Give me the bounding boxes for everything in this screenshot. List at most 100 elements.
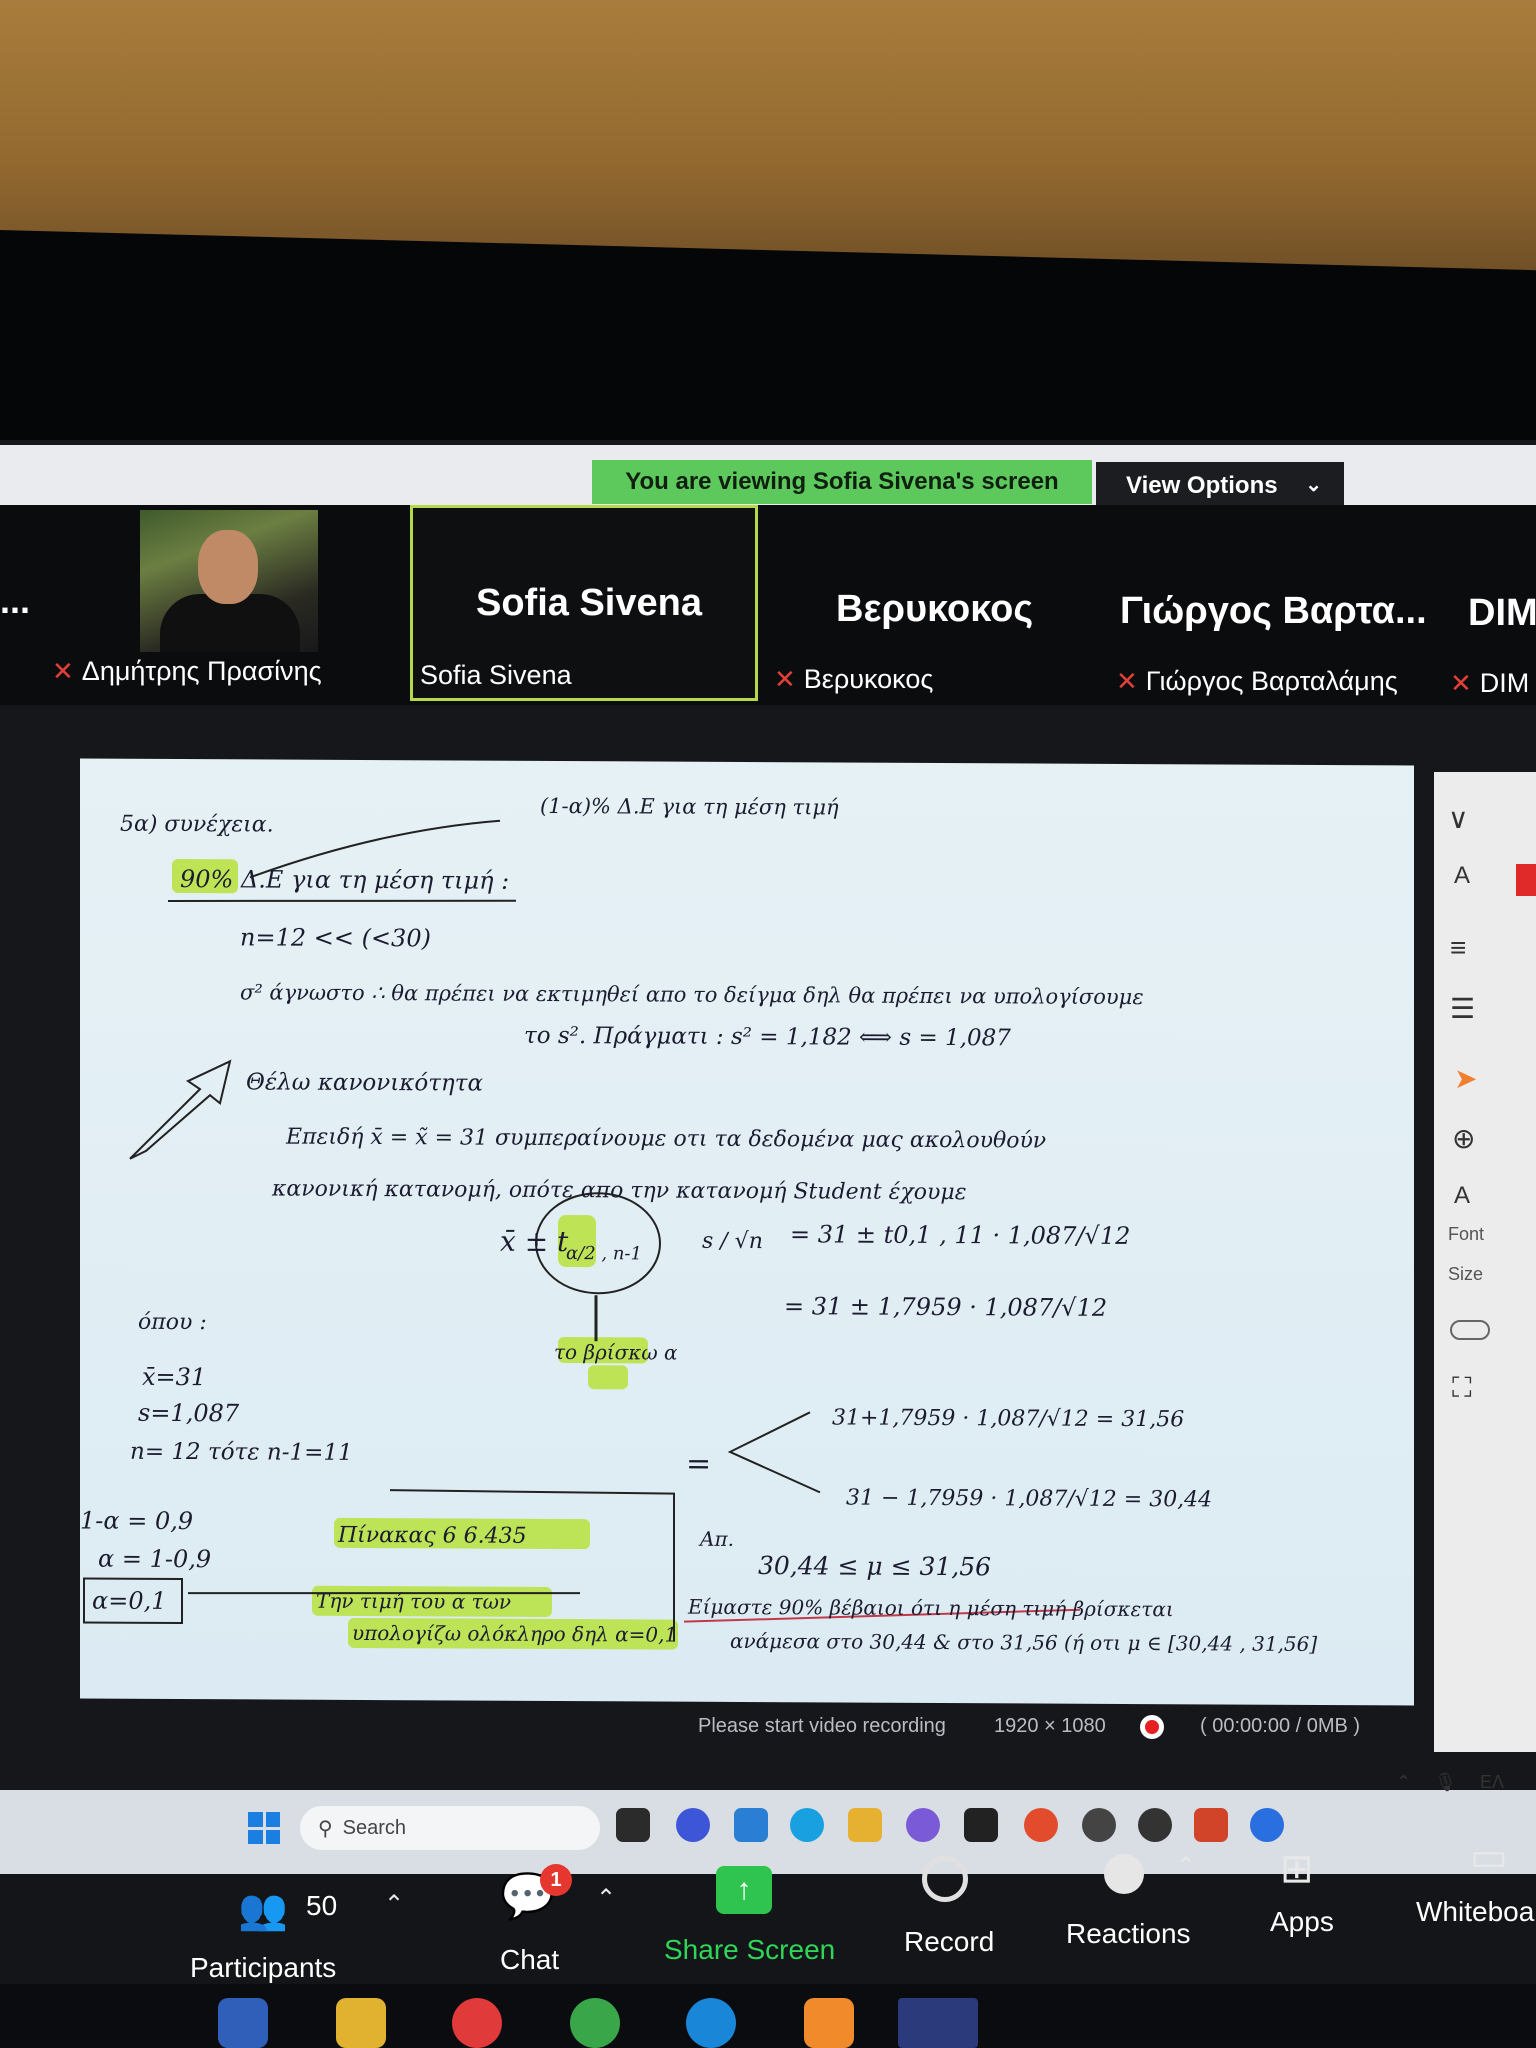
participants-icon[interactable]: 👥 <box>238 1886 288 1933</box>
font-tool-icon[interactable]: A <box>1454 1182 1470 1210</box>
chevron-up-icon[interactable]: ⌃ <box>384 1890 404 1919</box>
formula-step-1: = 31 ± t0,1 , 11 · 1,087/√12 <box>790 1220 1130 1250</box>
participants-button[interactable]: Participants <box>190 1952 336 1984</box>
where-n: n= 12 τότε n-1=11 <box>130 1439 353 1466</box>
table-note-2: υπολογίζω ολόκληρο δηλ α=0,1 <box>352 1621 677 1647</box>
hand-drawn-arrow <box>129 1059 232 1160</box>
record-button[interactable]: Record <box>904 1926 994 1958</box>
answer-label: Απ. <box>698 1527 734 1551</box>
recording-resolution: 1920 × 1080 <box>994 1715 1106 1737</box>
crop-icon[interactable]: ⛶ <box>1452 1372 1472 1405</box>
list-icon[interactable]: ☰ <box>1450 992 1475 1025</box>
participant-name-tile-4[interactable]: ✕ Γιώργος Βαρταλάμης <box>1116 666 1398 697</box>
alpha-step-1: 1-α = 0,9 <box>80 1507 193 1536</box>
apps-button[interactable]: Apps <box>1270 1906 1334 1938</box>
share-screen-button[interactable]: Share Screen <box>664 1934 835 1966</box>
equals-sign: = <box>686 1447 711 1482</box>
folder-icon[interactable] <box>848 1808 882 1842</box>
answer-interval: 30,44 ≤ μ ≤ 31,56 <box>758 1551 991 1581</box>
viber-icon[interactable] <box>906 1808 940 1842</box>
apps-icon[interactable]: ⊞ <box>1280 1846 1314 1892</box>
conclusion-line-1: Είμαστε 90% βέβαιοι ότι η μέση τιμή βρίσ… <box>687 1595 1174 1622</box>
bullet-2: σ² άγνωστο ∴ θα πρέπει να εκτιμηθεί απο … <box>240 980 1144 1009</box>
table-note-1: Την τιμή του α των <box>316 1589 511 1614</box>
participant-name-tile-2: Sofia Sivena <box>420 660 572 690</box>
windows-search-box[interactable]: ⚲ Search <box>300 1806 600 1850</box>
participant-name-tile-1[interactable]: ✕ Δημήτρης Πρασίνης <box>52 656 322 687</box>
powerpoint-icon[interactable] <box>1194 1808 1228 1842</box>
where-mean: x̄=31 <box>142 1363 206 1391</box>
chat-button[interactable]: Chat <box>500 1944 559 1976</box>
where-label: όπου : <box>138 1310 207 1335</box>
zoom-in-icon[interactable]: ⊕ <box>1452 1122 1475 1155</box>
participant-display-name-4: Γιώργος Βαρτα... <box>1120 590 1427 632</box>
windows-start-icon[interactable] <box>248 1812 280 1844</box>
obs-icon[interactable] <box>1138 1808 1172 1842</box>
upper-bound: 31+1,7959 · 1,087/√12 = 31,56 <box>832 1405 1184 1432</box>
edge-icon[interactable] <box>686 1998 736 2048</box>
whiteboard-button[interactable]: Whiteboar <box>1416 1896 1536 1928</box>
bullet-1: n=12 << (<30) <box>240 923 431 952</box>
mic-muted-icon: ✕ <box>1116 666 1138 696</box>
lower-bound: 31 − 1,7959 · 1,087/√12 = 30,44 <box>846 1486 1212 1513</box>
draw-icon[interactable]: ∨ <box>1448 802 1469 835</box>
chevron-up-icon[interactable]: ⌃ <box>596 1884 616 1913</box>
tray-chevron-up-icon[interactable]: ⌃ <box>1396 1772 1411 1793</box>
chrome-icon[interactable] <box>1024 1808 1058 1842</box>
reactions-icon[interactable] <box>1104 1854 1144 1894</box>
color-swatch[interactable] <box>1516 864 1536 896</box>
table-reference: Πίνακας 6 6.435 <box>337 1523 527 1549</box>
strip-more-button[interactable]: ... <box>0 580 30 622</box>
reactions-button[interactable]: Reactions <box>1066 1918 1191 1950</box>
participants-count: 50 <box>306 1890 338 1921</box>
handwritten-notes: 5α) συνέχεια. (1-α)% Δ.Ε για τη μέση τιμ… <box>80 794 1317 1656</box>
zoom-app-icon[interactable] <box>898 1998 978 2048</box>
pointer-icon[interactable]: ➤ <box>1454 1062 1477 1095</box>
zoom-taskbar-icon[interactable] <box>1250 1808 1284 1842</box>
where-s: s=1,087 <box>138 1399 240 1428</box>
mic-muted-icon: ✕ <box>774 664 796 694</box>
chrome-icon[interactable] <box>570 1998 620 2048</box>
chat-badge: 1 <box>540 1864 572 1896</box>
language-indicator[interactable]: ΕΛ <box>1480 1772 1504 1793</box>
task-view-icon[interactable] <box>616 1808 650 1842</box>
recording-time: ( 00:00:00 / 0MB ) <box>1200 1715 1361 1737</box>
text-tool-icon[interactable]: A <box>1454 862 1470 890</box>
todo-icon[interactable] <box>452 1998 502 2048</box>
formula-subscript: α/2 , n-1 <box>566 1243 642 1264</box>
teams-icon[interactable] <box>676 1808 710 1842</box>
todo-icon[interactable] <box>734 1808 768 1842</box>
explanation-line-1: Επειδή x̄ = x̃ = 31 συμπεραίνουμε οτι τα… <box>285 1125 1046 1154</box>
search-placeholder: Search <box>342 1816 407 1839</box>
app-icon[interactable] <box>964 1808 998 1842</box>
mic-muted-icon: ✕ <box>1450 668 1472 698</box>
formula-lhs: x̄ ± t <box>500 1225 569 1258</box>
formula-fraction: s / √n <box>702 1229 763 1254</box>
folder-icon[interactable] <box>336 1998 386 2048</box>
viewing-screen-banner: You are viewing Sofia Sivena's screen <box>592 460 1092 504</box>
share-screen-icon[interactable]: ↑ <box>716 1866 772 1914</box>
microphone-icon[interactable]: 🎙 <box>1434 1772 1457 1793</box>
view-options-button[interactable]: View Options ⌄ <box>1096 462 1344 510</box>
chatgpt-icon[interactable] <box>1082 1808 1116 1842</box>
word-icon[interactable] <box>218 1998 268 2048</box>
search-icon: ⚲ <box>318 1817 333 1840</box>
participant-display-name-3: Βερυκοκος <box>836 588 1034 630</box>
record-dot-icon[interactable] <box>1140 1715 1164 1739</box>
record-icon[interactable] <box>922 1856 968 1902</box>
app-icon[interactable] <box>804 1998 854 2048</box>
participant-display-name-5: DIM <box>1468 592 1536 634</box>
mic-muted-icon: ✕ <box>52 656 74 686</box>
whiteboard-icon[interactable]: ▭ <box>1470 1834 1508 1880</box>
toggle-switch[interactable] <box>1450 1320 1490 1340</box>
participant-display-name-2: Sofia Sivena <box>476 582 702 624</box>
align-icon[interactable]: ≡ <box>1450 932 1466 964</box>
alpha-result: α=0,1 <box>92 1587 166 1615</box>
participant-name-tile-5[interactable]: ✕ DIM <box>1450 668 1529 699</box>
bullet-2-continued: το s². Πράγματι : s² = 1,182 ⟺ s = 1,087 <box>524 1023 1011 1052</box>
chevron-up-icon[interactable]: ⌃ <box>1176 1852 1196 1881</box>
edge-icon[interactable] <box>790 1808 824 1842</box>
bullet-3: Θέλω κανονικότητα <box>246 1069 483 1096</box>
font-label: Font <box>1448 1224 1485 1244</box>
participant-name-tile-3[interactable]: ✕ Βερυκοκος <box>774 664 933 695</box>
